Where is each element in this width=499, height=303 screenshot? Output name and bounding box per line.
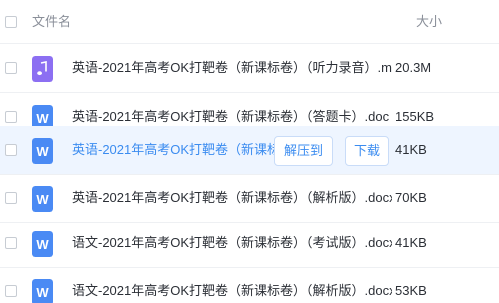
word-file-icon: W	[32, 231, 53, 257]
file-size: 41KB	[395, 235, 427, 250]
column-header-size[interactable]: 大小	[416, 13, 442, 31]
download-button[interactable]: 下载	[345, 136, 389, 166]
file-name[interactable]: 英语-2021年高考OK打靶卷（新课标卷）（听力录音）.mp3	[72, 59, 392, 77]
svg-text:W: W	[36, 192, 49, 207]
svg-text:W: W	[36, 285, 49, 300]
row-checkbox[interactable]	[5, 111, 17, 123]
svg-text:W: W	[36, 111, 49, 126]
row-checkbox[interactable]	[5, 62, 17, 74]
row-checkbox[interactable]	[5, 192, 17, 204]
word-file-icon: W	[32, 138, 53, 164]
svg-text:W: W	[36, 144, 49, 159]
file-list-header: 文件名 大小	[0, 0, 499, 44]
word-file-icon: W	[32, 186, 53, 212]
file-size: 20.3M	[395, 60, 432, 75]
file-row[interactable]: W 英语-2021年高考OK打靶卷（新课标卷）（解析版）.docx 70KB	[0, 174, 499, 223]
audio-file-icon	[32, 56, 53, 82]
file-row[interactable]: W 语文-2021年高考OK打靶卷（新课标卷）（解析版）.docx 53KB	[0, 267, 499, 303]
select-all-checkbox[interactable]	[5, 16, 17, 28]
file-name[interactable]: 语文-2021年高考OK打靶卷（新课标卷）（考试版）.docx	[72, 234, 392, 252]
file-row[interactable]: 英语-2021年高考OK打靶卷（新课标卷）（听力录音）.mp3 20.3M	[0, 44, 499, 93]
word-file-icon: W	[32, 279, 53, 303]
file-size: 155KB	[395, 109, 435, 124]
file-list: 文件名 大小 英语-2021年高考OK打靶卷（新课标卷）（听力录音）.mp3 2…	[0, 0, 499, 303]
column-header-name[interactable]: 文件名	[32, 13, 71, 31]
row-checkbox[interactable]	[5, 237, 17, 249]
svg-text:W: W	[36, 237, 49, 252]
file-name[interactable]: 语文-2021年高考OK打靶卷（新课标卷）（解析版）.docx	[72, 282, 392, 300]
row-checkbox[interactable]	[5, 285, 17, 297]
file-row-selected[interactable]: W 英语-2021年高考OK打靶卷（新课标卷）（原卷版）.docx 解压到 下载…	[0, 126, 499, 175]
file-size: 53KB	[395, 283, 427, 298]
file-size: 70KB	[395, 190, 427, 205]
extract-to-button[interactable]: 解压到	[274, 136, 333, 166]
file-size: 41KB	[395, 142, 427, 157]
file-name[interactable]: 英语-2021年高考OK打靶卷（新课标卷）（解析版）.docx	[72, 189, 392, 207]
file-row[interactable]: W 语文-2021年高考OK打靶卷（新课标卷）（考试版）.docx 41KB	[0, 219, 499, 268]
file-name[interactable]: 英语-2021年高考OK打靶卷（新课标卷）（答题卡）.doc	[72, 108, 392, 126]
file-name[interactable]: 英语-2021年高考OK打靶卷（新课标卷）（原卷版）.docx	[72, 141, 278, 159]
row-checkbox[interactable]	[5, 144, 17, 156]
